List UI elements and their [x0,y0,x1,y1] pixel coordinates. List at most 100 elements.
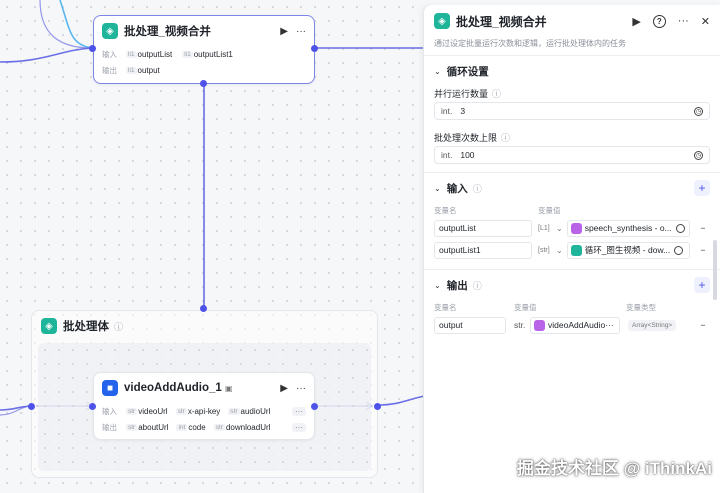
ref-text: videoAddAudio··· [548,320,614,330]
field-label-text: 批处理次数上限 [434,132,498,143]
ref-text: speech_synthesis - o... [584,223,672,233]
variable-name: outputList1 [193,49,233,59]
column-header: 变量类型 [626,302,656,312]
field-label-text: 并行运行数量 [434,88,489,99]
chevron-down-icon[interactable]: ⌄ [556,224,563,233]
variable-name-input[interactable]: output [434,316,506,334]
type-label: str. [514,320,526,330]
variable-ref-icon[interactable] [674,245,684,255]
loop-node-icon [570,244,582,256]
close-icon[interactable]: ✕ [701,15,710,28]
remove-row-button[interactable]: − [696,223,710,233]
node-outputs-row: 输出 str aboutUrl int code str downloadUrl ··… [94,419,314,435]
group-right-port[interactable] [374,403,381,410]
outputs-label: 输出 [102,65,117,75]
section-title: 循环设置 [446,65,489,78]
input-port[interactable] [89,403,96,410]
column-header: 变量名 [434,302,457,312]
variable-name: aboutUrl [138,422,169,432]
chevron-down-icon[interactable]: ⌄ [556,246,563,255]
run-icon[interactable]: ▶ [280,383,288,394]
panel-title: 批处理_视频合并 [456,14,547,29]
parallel-count-input[interactable]: int. 3 ◷ [434,102,710,120]
type-tag: str [175,407,187,415]
more-icon[interactable]: ··· [296,26,306,37]
add-input-button[interactable]: + [694,180,710,196]
node-outputs-row: 输出 li1 output [94,62,314,78]
input-section-header[interactable]: ⌄ 输入 ⓘ + [424,173,720,203]
video-icon: ■ [102,380,118,396]
add-output-button[interactable]: + [694,277,710,293]
more-icon[interactable]: ··· [296,383,306,394]
type-select[interactable]: [L1] [538,225,552,232]
type-select[interactable]: [str] [538,247,552,254]
more-outputs-badge[interactable]: ··· [292,422,306,432]
batch-video-merge-node[interactable]: ◈ 批处理_视频合并 ▶ ··· 输入 li1 outputList li1 out… [93,15,315,84]
info-icon[interactable]: ⓘ [501,131,510,144]
ref-text: 循环_图生视频 - dow... [584,245,671,255]
input-variable: li1 outputList [126,50,172,59]
type-tag: li1 [182,50,193,58]
help-icon[interactable]: ? [652,14,666,28]
variable-name: outputList [137,49,173,59]
batch-limit-input[interactable]: int. 100 ◷ [434,146,710,164]
column-header: 变量值 [538,205,561,215]
variable-name: code [188,422,206,432]
group-left-port[interactable] [28,403,35,410]
run-icon[interactable]: ▶ [632,15,640,28]
parallel-count-label: 并行运行数量 ⓘ [424,86,720,100]
output-variable-row: output str. videoAddAudio··· Array<Strin… [424,314,720,336]
output-variable: int code [176,422,206,432]
more-inputs-badge[interactable]: ··· [292,406,306,416]
output-section-header[interactable]: ⌄ 输出 ⓘ + [424,270,720,300]
variable-ref-icon[interactable]: ◷ [694,106,703,116]
variable-ref-icon[interactable]: ◷ [694,150,703,160]
input-variable: li1 outputList1 [182,50,233,59]
info-icon[interactable]: ⓘ [492,87,501,100]
node-title: 批处理_视频合并 [124,26,211,38]
type-label: int. [441,150,453,160]
more-icon[interactable]: ··· [678,15,689,27]
output-variable: str aboutUrl [126,423,168,432]
type-label: int. [441,106,453,116]
remove-row-button[interactable]: − [696,245,710,255]
info-icon[interactable]: ⓘ [473,279,482,292]
batch-limit-label: 批处理次数上限 ⓘ [424,130,720,144]
video-add-audio-node[interactable]: ■ videoAddAudio_1 ▣ ▶ ··· 输入 str videoUrl… [93,372,315,440]
variable-ref-icon[interactable] [675,223,685,233]
info-icon[interactable]: ⓘ [114,320,123,333]
speech-plugin-icon [570,222,582,234]
variable-name-input[interactable]: outputList [434,219,532,237]
inputs-label: 输入 [102,49,117,59]
input-variable: str audioUrl [228,407,270,416]
variable-ref-select[interactable]: videoAddAudio··· [530,316,620,334]
section-title: 输出 [446,279,468,292]
loop-settings-header[interactable]: ⌄ 循环设置 [424,56,720,86]
input-port[interactable] [89,45,96,52]
node-inputs-row: 输入 li1 outputList li1 outputList1 [94,46,314,62]
panel-scrollbar[interactable] [713,240,717,300]
batch-body-port[interactable] [200,80,207,87]
input-variable: str x-api-key [175,407,220,416]
chevron-down-icon: ⌄ [434,66,441,76]
group-top-port[interactable] [200,305,207,312]
info-icon[interactable]: ⓘ [473,182,482,195]
output-port[interactable] [311,403,318,410]
type-tag: int [176,423,188,431]
node-inputs-row: 输入 str videoUrl str x-api-key str audioUrl … [94,403,314,419]
variable-name-input[interactable]: outputList1 [434,241,532,259]
variable-name: output [137,65,160,75]
variable-ref-select[interactable]: speech_synthesis - o... [566,219,690,237]
variable-ref-select[interactable]: 循环_图生视频 - dow... [566,241,690,259]
input-value: 3 [460,106,466,116]
type-tag: str [213,423,225,431]
output-port[interactable] [311,45,318,52]
video-plugin-icon [534,319,545,331]
panel-description: 通过设定批量运行次数和逻辑，运行批处理体内的任务 [434,39,626,48]
type-tag: str [228,407,240,415]
run-icon[interactable]: ▶ [280,26,288,37]
layers-icon: ◈ [41,318,57,334]
chevron-down-icon: ⌄ [434,183,441,193]
inputs-label: 输入 [102,406,117,416]
remove-row-button[interactable]: − [696,320,710,330]
